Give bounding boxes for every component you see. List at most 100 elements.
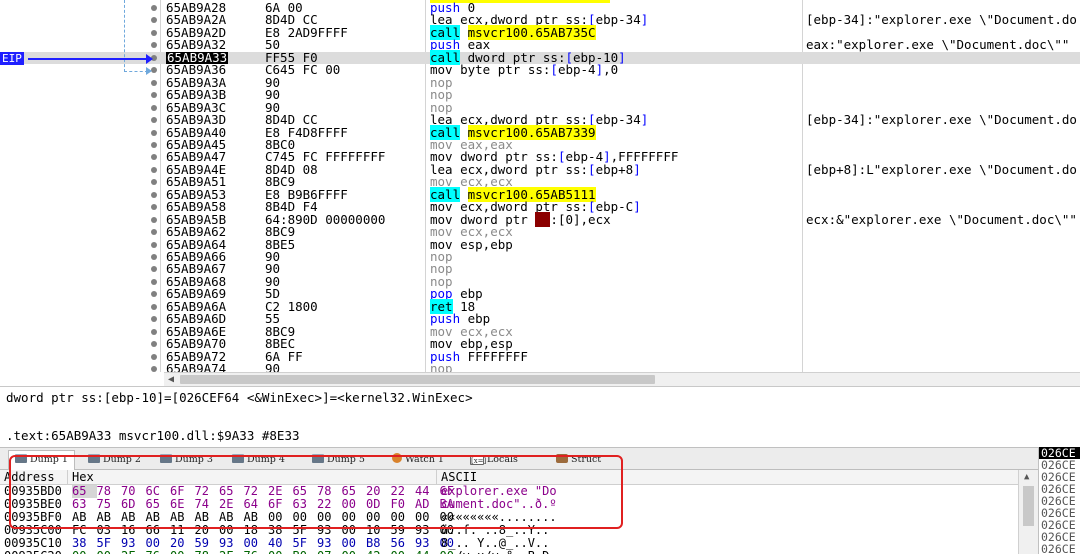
breakpoint-dot-icon[interactable]: [151, 316, 157, 323]
breakpoint-dot-icon[interactable]: [151, 141, 157, 148]
breakpoint-dot-icon[interactable]: [151, 204, 157, 211]
breakpoint-dot-icon[interactable]: [151, 229, 157, 236]
eip-arrowhead-icon: [146, 54, 153, 64]
disasm-row[interactable]: 65AB9A4E 8D4D 08 lea ecx,dword ptr ss:[ebp…: [0, 161, 1080, 177]
breakpoint-dot-icon[interactable]: [151, 154, 157, 161]
breakpoint-dot-icon[interactable]: [151, 254, 157, 260]
instr-token: FFFFFFFF: [460, 348, 528, 364]
dump-hex: 00002F7600782F7600B0070042004400: [72, 550, 464, 554]
breakpoint-dot-icon[interactable]: [151, 5, 157, 11]
disasm-row[interactable]: 65AB9A3B 90 nop: [0, 88, 1080, 102]
instr-text: mov byte ptr ss:[ebp-4],0: [430, 64, 618, 77]
breakpoint-dot-icon[interactable]: [151, 353, 157, 360]
info-pane: dword ptr ss:[ebp-10]=[026CEF64 <&WinExe…: [0, 386, 1080, 446]
hex-byte[interactable]: 00: [170, 550, 195, 554]
instr-token: [: [550, 62, 558, 78]
stack-pane[interactable]: 026CE 026CE 026CE 026CE 026CE 026CE 026CE 026CE…: [1038, 447, 1080, 554]
disasm-horizontal-scrollbar[interactable]: ◀: [164, 372, 1080, 386]
hex-byte[interactable]: 07: [317, 550, 342, 554]
jump-line-horizontal: [124, 71, 148, 72]
hex-byte[interactable]: 42: [366, 550, 391, 554]
breakpoint-dot-icon[interactable]: [151, 191, 157, 198]
dump-vertical-scrollbar[interactable]: ▲: [1018, 470, 1038, 554]
info-location: .text:65AB9A33 msvcr100.dll:$9A33 #8E33: [6, 428, 300, 443]
jump-arrowhead-icon: [146, 67, 152, 75]
hex-byte[interactable]: 2F: [219, 550, 244, 554]
breakpoint-dot-icon[interactable]: [151, 179, 157, 186]
disasm-row[interactable]: 65AB9A72 6A FF push FFFFFFFF: [0, 348, 1080, 364]
breakpoint-dot-icon[interactable]: [151, 42, 157, 49]
breakpoint-dot-icon[interactable]: [151, 117, 157, 124]
disasm-row[interactable]: 65AB9A6A C2 1800 ret 18: [0, 298, 1080, 314]
breakpoint-dot-icon[interactable]: [151, 341, 157, 348]
disasm-row[interactable]: 65AB9A36 C645 FC 00 mov byte ptr ss:[ebp-4…: [0, 64, 1080, 77]
instr-token: ]: [640, 112, 649, 128]
breakpoint-dot-icon[interactable]: [151, 17, 157, 24]
disasm-row[interactable]: 65AB9A68 90 nop: [0, 275, 1080, 289]
instr-comment: eax:"explorer.exe \"Document.doc\"": [806, 37, 1070, 53]
disasm-row[interactable]: 65AB9A3A 90 nop: [0, 76, 1080, 90]
instr-token: ebp-34: [595, 12, 641, 28]
jump-line: [124, 0, 125, 72]
dump-address: 00935C20: [4, 550, 62, 554]
hex-byte[interactable]: 00: [268, 550, 293, 554]
instr-token: ,0: [603, 62, 619, 78]
instr-token: ebp-4: [557, 62, 596, 78]
eip-label: EIP: [0, 52, 24, 65]
disasm-row[interactable]: 65AB9A67 90 nop: [0, 263, 1080, 276]
instr-token: :[0],ecx: [550, 211, 611, 227]
scroll-left-arrow-icon[interactable]: ◀: [164, 373, 178, 386]
info-operand-value: dword ptr ss:[ebp-10]=[026CEF64 <&WinExe…: [6, 390, 473, 405]
breakpoint-dot-icon[interactable]: [151, 291, 157, 298]
breakpoint-dot-icon[interactable]: [151, 104, 157, 111]
breakpoint-dot-icon[interactable]: [151, 166, 157, 173]
instr-comment: ecx:&"explorer.exe \"Document.doc\"": [806, 211, 1077, 227]
disasm-row[interactable]: 65AB9A40 E8 F4D8FFFF call msvcr100.65AB733…: [0, 124, 1080, 140]
dump-ascii: ../v.x/v.°..B.D.: [441, 550, 557, 554]
breakpoint-dot-icon[interactable]: [151, 278, 157, 285]
disasm-row[interactable]: 65AB9A64 8BE5 mov esp,ebp: [0, 238, 1080, 252]
breakpoint-dot-icon[interactable]: [151, 129, 157, 136]
instr-token: ]: [640, 12, 649, 28]
hex-byte[interactable]: 2F: [121, 550, 146, 554]
scroll-thumb[interactable]: [180, 375, 655, 384]
breakpoint-dot-icon[interactable]: [151, 366, 157, 373]
disasm-row[interactable]: 65AB9A70 8BEC mov ebp,esp: [0, 337, 1080, 351]
hex-byte[interactable]: 44: [415, 550, 440, 554]
instr-token: ebp-34: [595, 112, 641, 128]
breakpoint-dot-icon[interactable]: [151, 29, 157, 36]
scroll-thumb[interactable]: [1023, 486, 1034, 526]
eip-arrow: [28, 58, 150, 60]
breakpoint-dot-icon[interactable]: [151, 92, 157, 99]
disasm-row[interactable]: 65AB9A6D 55 push ebp: [0, 313, 1080, 326]
disasm-row[interactable]: 65AB9A6E 8BC9 mov ecx,ecx: [0, 325, 1080, 339]
breakpoint-dot-icon[interactable]: [151, 216, 157, 223]
instr-token: [: [588, 161, 596, 177]
disassembly-view[interactable]: 65AB9A28 6A 00 push 0 65AB9A2A 8D4D CC lea ec…: [0, 0, 1080, 386]
breakpoint-dot-icon[interactable]: [151, 79, 157, 86]
hex-byte[interactable]: B0: [293, 550, 318, 554]
disasm-row[interactable]: 65AB9A62 8BC9 mov ecx,ecx: [0, 225, 1080, 239]
disasm-row[interactable]: 65AB9A66 90 nop: [0, 250, 1080, 264]
instr-comment: [ebp+8]:L"explorer.exe \"Document.do: [806, 161, 1077, 177]
disasm-row[interactable]: 65AB9A5B 64:890D 00000000 mov dword ptr fs…: [0, 211, 1080, 227]
breakpoint-dot-icon[interactable]: [151, 266, 157, 273]
dump-row[interactable]: 00935C2000002F7600782F7600B0070042004400…: [0, 550, 1038, 554]
hex-byte[interactable]: 00: [391, 550, 416, 554]
instr-token: ]: [633, 199, 641, 215]
stack-row[interactable]: 026CE: [1041, 543, 1076, 554]
breakpoint-dot-icon[interactable]: [151, 303, 157, 310]
hex-byte[interactable]: 76: [244, 550, 269, 554]
hex-byte[interactable]: 78: [195, 550, 220, 554]
disasm-row[interactable]: 65AB9A69 5D pop ebp: [0, 288, 1080, 301]
hex-byte[interactable]: 00: [97, 550, 122, 554]
hex-byte[interactable]: 76: [146, 550, 171, 554]
instr-token: ]: [595, 62, 604, 78]
hex-byte[interactable]: 00: [342, 550, 367, 554]
instr-token: fs: [535, 211, 551, 227]
instr-token: ebp+8: [595, 161, 634, 177]
scroll-up-arrow-icon[interactable]: ▲: [1024, 472, 1029, 482]
breakpoint-dot-icon[interactable]: [151, 241, 157, 248]
breakpoint-dot-icon[interactable]: [151, 328, 157, 335]
hex-byte[interactable]: 00: [72, 550, 97, 554]
